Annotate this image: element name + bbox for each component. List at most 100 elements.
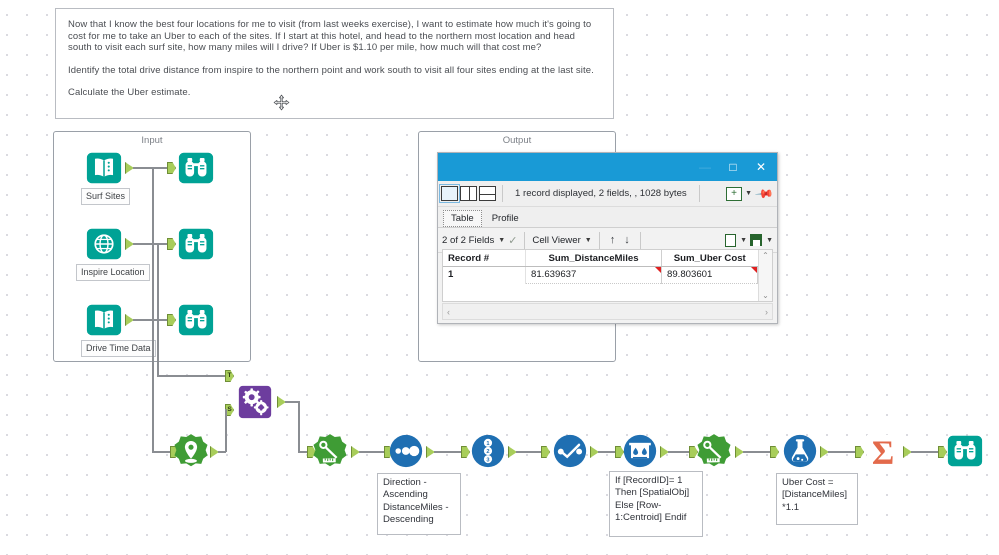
input-anchor-browse-2[interactable]: [167, 238, 176, 250]
wire-to-find-nearest: [152, 451, 172, 453]
scroll-up-icon[interactable]: ⌃: [762, 251, 769, 260]
toolbar-separator-1: [502, 185, 503, 202]
fields-selector-label[interactable]: 2 of 2 Fields: [442, 235, 494, 246]
input-container-title: Input: [141, 135, 163, 146]
summarize-input-anchor[interactable]: [855, 446, 864, 458]
record-id-tool[interactable]: 1 2 3: [469, 432, 507, 470]
scroll-left-icon[interactable]: ‹: [447, 307, 450, 317]
tab-profile[interactable]: Profile: [484, 210, 527, 227]
find-nearest-tool[interactable]: [172, 432, 210, 470]
uber-annotation: Uber Cost = [DistanceMiles] *1.1: [776, 473, 858, 525]
wire-trunk-vertical-b: [157, 243, 159, 375]
input-data-tool-inspire-location[interactable]: [85, 225, 123, 263]
sort-descending-icon[interactable]: ↓: [621, 234, 633, 246]
results-toolbar-top[interactable]: 1 record displayed, 2 fields, , 1028 byt…: [438, 181, 777, 207]
comment-paragraph-2: Identify the total drive distance from i…: [68, 64, 594, 76]
svg-text:Σ: Σ: [872, 434, 894, 470]
tab-table[interactable]: Table: [443, 210, 482, 227]
wire-trunk-vertical-a: [152, 167, 154, 452]
results-tab-bar[interactable]: Table Profile: [438, 207, 777, 228]
single-pane-icon[interactable]: [439, 184, 460, 203]
browse-tool-2[interactable]: [177, 225, 215, 263]
svg-text:1: 1: [486, 441, 489, 447]
apply-check-icon[interactable]: ✓: [508, 234, 517, 247]
browse-tool-final[interactable]: [946, 432, 984, 470]
cell-viewer-chevron-down-icon[interactable]: ▼: [585, 237, 592, 244]
two-column-icon[interactable]: [460, 186, 477, 201]
cell-uber-cost: 89.803601: [661, 266, 758, 284]
sort-annotation: Direction - Ascending DistanceMiles - De…: [377, 473, 461, 535]
wire-drive-trunk-join: [139, 319, 153, 321]
horizontal-scrollbar[interactable]: ‹ ›: [442, 303, 773, 320]
save-icon[interactable]: [750, 234, 763, 246]
results-table: Record # Sum_DistanceMiles Sum_Uber Cost…: [443, 250, 758, 284]
distance-tool-1[interactable]: [311, 432, 349, 470]
fields-separator-2: [598, 231, 600, 249]
sort-tool[interactable]: [387, 432, 425, 470]
scroll-right-icon[interactable]: ›: [765, 307, 768, 317]
comment-paragraph-3: Calculate the Uber estimate.: [68, 87, 191, 99]
wire-summarize-to-browse: [911, 451, 939, 453]
tool-label-drive-time-data: Drive Time Data: [81, 340, 156, 357]
formula-annotation: If [RecordID]= 1 Then [SpatialObj] Else …: [609, 471, 703, 537]
chevron-down-icon[interactable]: ▼: [745, 190, 752, 197]
wire-distance2-to-formula: [743, 451, 771, 453]
anchor-label-t: T: [227, 372, 232, 379]
spatial-match-t-anchor[interactable]: T: [225, 370, 234, 382]
copy-chevron-down-icon[interactable]: ▼: [740, 237, 747, 244]
cell-viewer-label[interactable]: Cell Viewer: [532, 235, 580, 246]
wire-inspire-to-browse: [133, 243, 167, 245]
maximize-button[interactable]: □: [719, 154, 747, 180]
sort-ascending-icon[interactable]: ↑: [607, 234, 619, 246]
input-data-tool-drive-time[interactable]: [85, 301, 123, 339]
results-title-bar[interactable]: — □ ✕: [438, 153, 777, 181]
pin-icon[interactable]: 📌: [754, 181, 774, 207]
browse-tool-3[interactable]: [177, 301, 215, 339]
svg-text:3: 3: [486, 457, 489, 463]
minimize-button[interactable]: —: [691, 154, 719, 180]
input-anchor-browse-3[interactable]: [167, 314, 176, 326]
cell-record-number: 1: [443, 266, 526, 284]
scroll-down-icon[interactable]: ⌄: [762, 291, 769, 300]
copy-icon[interactable]: [725, 233, 739, 248]
formula-input-anchor[interactable]: [770, 446, 779, 458]
column-header-distance[interactable]: Sum_DistanceMiles: [525, 250, 662, 267]
column-header-record[interactable]: Record #: [443, 250, 526, 267]
distance-tool-2[interactable]: [695, 432, 733, 470]
cell-distance-miles: 81.639637: [525, 266, 662, 284]
workflow-canvas[interactable]: Now that I know the best four locations …: [0, 0, 999, 555]
comment-paragraph-1: Now that I know the best four locations …: [68, 19, 592, 54]
wire-sort-to-recordid: [434, 451, 462, 453]
wire-spatialprocess-to-distance2: [668, 451, 690, 453]
multi-row-formula-tool[interactable]: [551, 432, 589, 470]
save-chevron-down-icon[interactable]: ▼: [766, 237, 773, 244]
comment-box[interactable]: Now that I know the best four locations …: [55, 8, 614, 119]
multi-row-formula-input-anchor[interactable]: [541, 446, 550, 458]
spatial-match-tool[interactable]: [236, 383, 274, 421]
close-button[interactable]: ✕: [747, 154, 775, 180]
wire-surf-to-browse: [133, 167, 167, 169]
fields-separator-1: [524, 231, 526, 249]
results-window[interactable]: — □ ✕ 1 record displayed, 2 fields, , 10…: [437, 152, 778, 324]
grid-main-pane[interactable]: Record # Sum_DistanceMiles Sum_Uber Cost…: [443, 250, 758, 301]
spatial-process-tool[interactable]: [621, 432, 659, 470]
tool-label-inspire-location: Inspire Location: [76, 264, 150, 281]
input-anchor-browse-1[interactable]: [167, 162, 176, 174]
two-row-icon[interactable]: [479, 186, 496, 201]
formula-tool[interactable]: [781, 432, 819, 470]
wire-distance-to-sort: [359, 451, 385, 453]
wire-recordid-to-multirow: [516, 451, 542, 453]
add-view-button[interactable]: +: [726, 186, 743, 201]
wire-to-spatial-match-t: [157, 375, 225, 377]
browse-tool-1[interactable]: [177, 149, 215, 187]
wire-formula-to-summarize: [828, 451, 856, 453]
input-data-tool-surf-sites[interactable]: [85, 149, 123, 187]
toolbar-separator-2: [698, 185, 700, 202]
results-data-grid[interactable]: Record # Sum_DistanceMiles Sum_Uber Cost…: [442, 249, 773, 302]
summarize-tool[interactable]: Σ: [864, 432, 902, 470]
fields-chevron-down-icon[interactable]: ▼: [498, 237, 505, 244]
column-header-uber-cost[interactable]: Sum_Uber Cost: [661, 250, 758, 267]
table-row[interactable]: 1 81.639637 89.803601: [443, 266, 758, 284]
vertical-scrollbar[interactable]: ⌃ ⌄: [758, 250, 772, 301]
wire-fn-to-sm-v: [225, 409, 227, 452]
